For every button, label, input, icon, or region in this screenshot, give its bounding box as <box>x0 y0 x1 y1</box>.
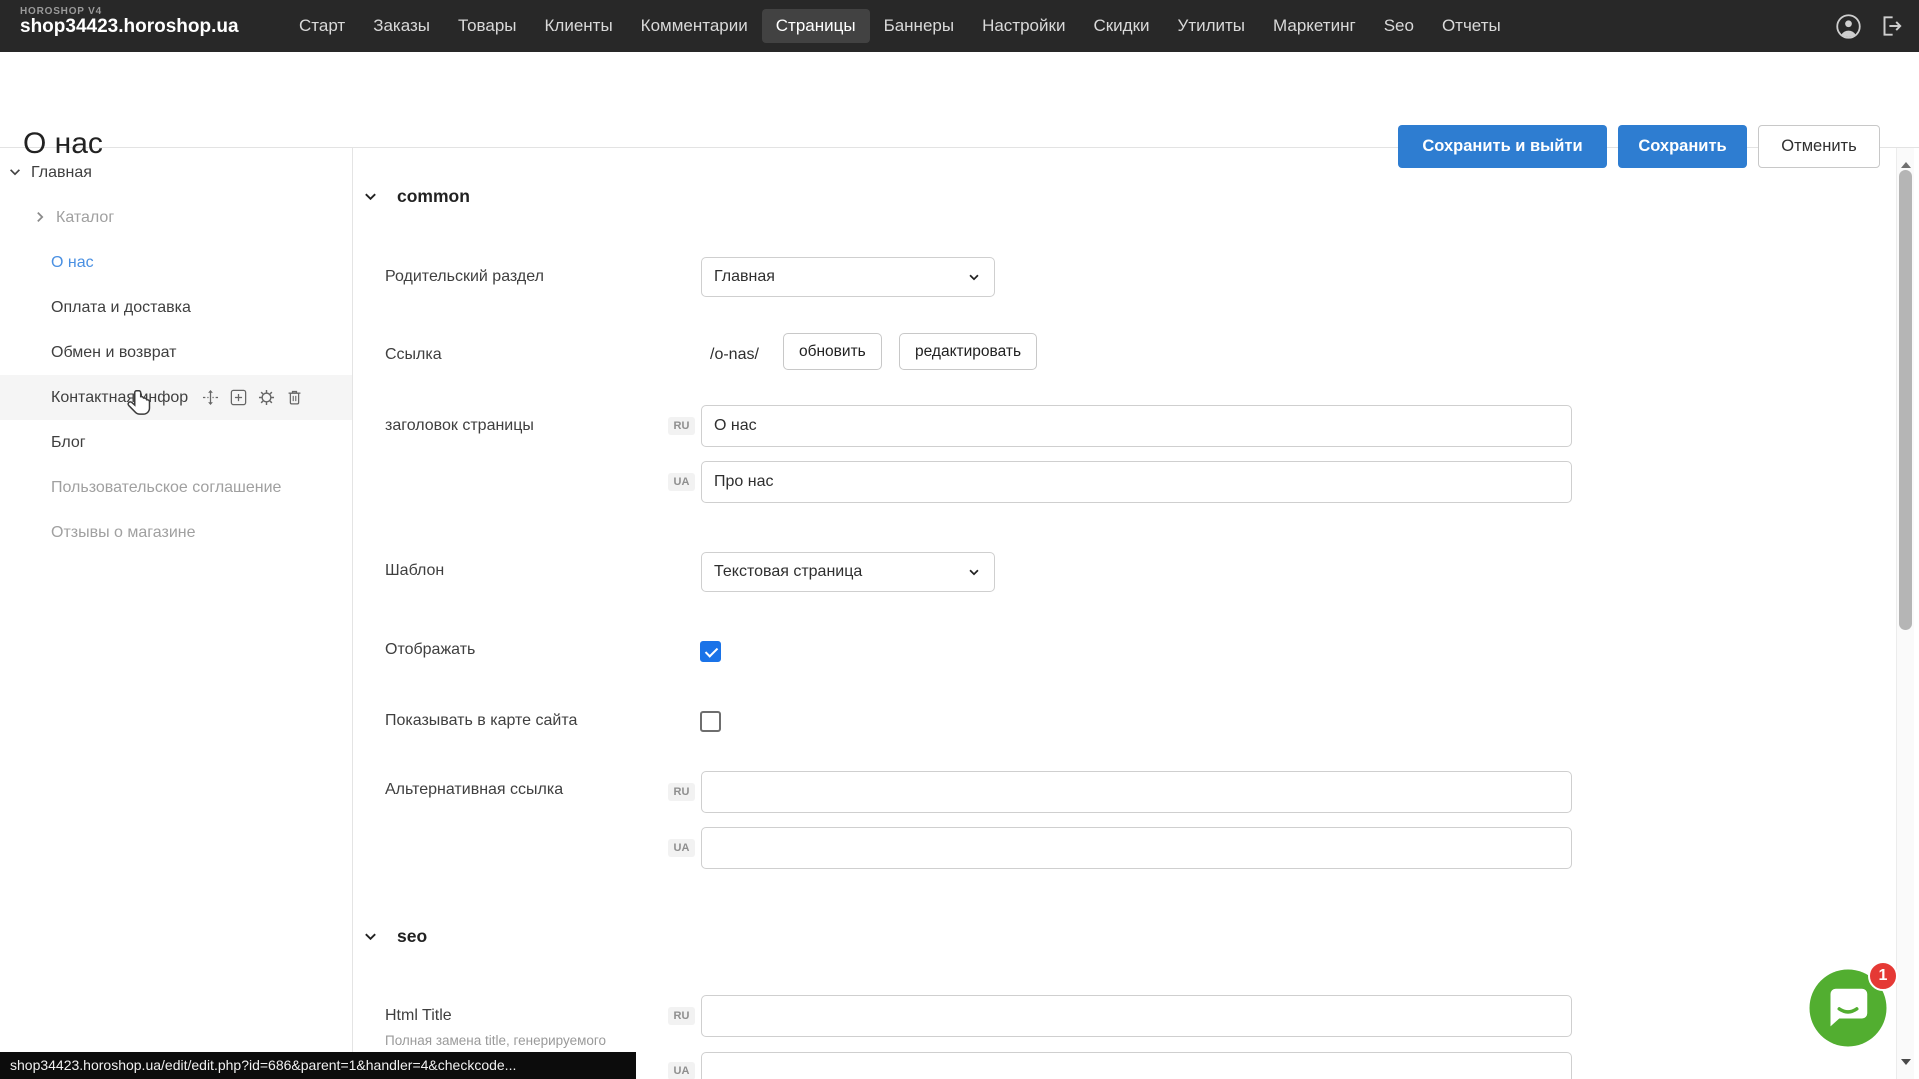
html-title-hint: Полная замена title, генерируемого <box>385 1033 606 1048</box>
display-label: Отображать <box>385 641 475 659</box>
template-select[interactable]: Текстовая страница <box>701 552 995 592</box>
tree-item-7[interactable]: Пользовательское соглашение <box>0 465 352 510</box>
section-seo-header[interactable]: seo <box>363 926 427 947</box>
page-title-ua-input[interactable] <box>701 461 1572 503</box>
tree-item-actions <box>201 388 304 407</box>
sitemap-checkbox[interactable] <box>700 711 721 732</box>
html-title-label: Html Title <box>385 1007 452 1025</box>
tree-item-label: Контактная инфор <box>51 389 188 407</box>
tree-item-4[interactable]: Обмен и возврат <box>0 330 352 375</box>
lang-badge-ru: RU <box>668 1007 695 1025</box>
tree-item-label: Каталог <box>56 209 114 227</box>
brand[interactable]: HOROSHOP V4 shop34423.horoshop.ua <box>20 6 239 38</box>
topbar-menu: СтартЗаказыТоварыКлиентыКомментарииСтран… <box>285 0 1515 52</box>
page-title-ru-input[interactable] <box>701 405 1572 447</box>
nav-item-5[interactable]: Страницы <box>762 9 870 43</box>
lang-badge-ru: RU <box>668 783 695 801</box>
cancel-button[interactable]: Отменить <box>1758 125 1880 168</box>
page-tree: Главная Каталог О нас Оплата и доставка Обме… <box>0 148 353 1079</box>
lang-badge-ua: UA <box>668 1062 695 1079</box>
tree-item-5[interactable]: Контактная инфор <box>0 375 352 420</box>
chevron-right-icon[interactable] <box>33 210 48 225</box>
tree-item-2[interactable]: О нас <box>0 240 352 285</box>
page-title-field-label: заголовок страницы <box>385 417 534 435</box>
delete-icon[interactable] <box>285 388 304 407</box>
tree-item-label: Оплата и доставка <box>51 299 191 317</box>
tree-item-8[interactable]: Отзывы о магазине <box>0 510 352 555</box>
nav-item-8[interactable]: Скидки <box>1079 9 1163 43</box>
lang-badge-ua: UA <box>668 839 695 857</box>
nav-item-12[interactable]: Отчеты <box>1428 9 1515 43</box>
section-common-title: common <box>397 186 470 207</box>
page-header: О нас Сохранить и выйти Сохранить Отмени… <box>0 52 1919 148</box>
lang-badge-ru: RU <box>668 417 695 435</box>
alt-link-label: Альтернативная ссылка <box>385 781 563 799</box>
tree-item-label: Пользовательское соглашение <box>51 479 281 497</box>
tree-item-label: Обмен и возврат <box>51 344 176 362</box>
chevron-down-icon <box>363 189 378 204</box>
html-title-ua-input[interactable] <box>701 1052 1572 1079</box>
parent-section-value: Главная <box>714 268 775 286</box>
section-seo-title: seo <box>397 926 427 947</box>
tree-item-0[interactable]: Главная <box>0 150 352 195</box>
nav-item-11[interactable]: Seo <box>1370 9 1428 43</box>
tree-item-label: Отзывы о магазине <box>51 524 196 542</box>
html-title-ru-input[interactable] <box>701 995 1572 1037</box>
nav-item-2[interactable]: Товары <box>444 9 530 43</box>
nav-item-3[interactable]: Клиенты <box>531 9 627 43</box>
scrollbar[interactable] <box>1896 148 1914 1079</box>
nav-item-0[interactable]: Старт <box>285 9 359 43</box>
link-refresh-button[interactable]: обновить <box>783 333 882 370</box>
brand-domain: shop34423.horoshop.ua <box>20 17 239 38</box>
link-label: Ссылка <box>385 346 442 364</box>
nav-item-1[interactable]: Заказы <box>359 9 444 43</box>
nav-item-10[interactable]: Маркетинг <box>1259 9 1370 43</box>
chevron-down-icon[interactable] <box>8 165 23 180</box>
tree-item-3[interactable]: Оплата и доставка <box>0 285 352 330</box>
page: HOROSHOP V4 shop34423.horoshop.ua СтартЗ… <box>0 0 1919 1079</box>
status-url: shop34423.horoshop.ua/edit/edit.php?id=6… <box>0 1052 636 1079</box>
parent-section-select[interactable]: Главная <box>701 257 995 297</box>
display-checkbox[interactable] <box>700 641 721 662</box>
scrollbar-thumb[interactable] <box>1899 170 1912 630</box>
tree-item-label: Главная <box>31 164 92 182</box>
save-button[interactable]: Сохранить <box>1618 125 1747 168</box>
link-edit-button[interactable]: редактировать <box>899 333 1037 370</box>
link-path: /o-nas/ <box>710 346 759 364</box>
save-and-exit-button[interactable]: Сохранить и выйти <box>1398 125 1607 168</box>
chevron-down-icon <box>967 565 982 580</box>
tree-item-label: Блог <box>51 434 86 452</box>
nav-item-4[interactable]: Комментарии <box>627 9 762 43</box>
alt-link-ru-input[interactable] <box>701 771 1572 813</box>
lang-badge-ua: UA <box>668 473 695 491</box>
account-icon[interactable] <box>1835 13 1862 40</box>
chat-bubble-icon <box>1806 1037 1890 1054</box>
nav-item-6[interactable]: Баннеры <box>870 9 969 43</box>
chat-widget[interactable]: 1 <box>1806 966 1890 1050</box>
topbar: HOROSHOP V4 shop34423.horoshop.ua СтартЗ… <box>0 0 1919 52</box>
move-icon[interactable] <box>201 388 220 407</box>
parent-section-label: Родительский раздел <box>385 268 544 286</box>
tree-item-label: О нас <box>51 254 94 272</box>
template-label: Шаблон <box>385 562 444 580</box>
add-icon[interactable] <box>229 388 248 407</box>
section-common-header[interactable]: common <box>363 186 470 207</box>
nav-item-7[interactable]: Настройки <box>968 9 1079 43</box>
tree-item-1[interactable]: Каталог <box>0 195 352 240</box>
tree-item-6[interactable]: Блог <box>0 420 352 465</box>
template-value: Текстовая страница <box>714 563 862 581</box>
chevron-down-icon <box>967 270 982 285</box>
settings-icon[interactable] <box>257 388 276 407</box>
topbar-icons <box>1835 0 1905 52</box>
logout-icon[interactable] <box>1878 13 1905 40</box>
alt-link-ua-input[interactable] <box>701 827 1572 869</box>
chat-unread-badge: 1 <box>1868 961 1898 991</box>
sitemap-label: Показывать в карте сайта <box>385 712 577 730</box>
nav-item-9[interactable]: Утилиты <box>1164 9 1260 43</box>
scroll-down-icon[interactable] <box>1901 1052 1911 1070</box>
chevron-down-icon <box>363 929 378 944</box>
